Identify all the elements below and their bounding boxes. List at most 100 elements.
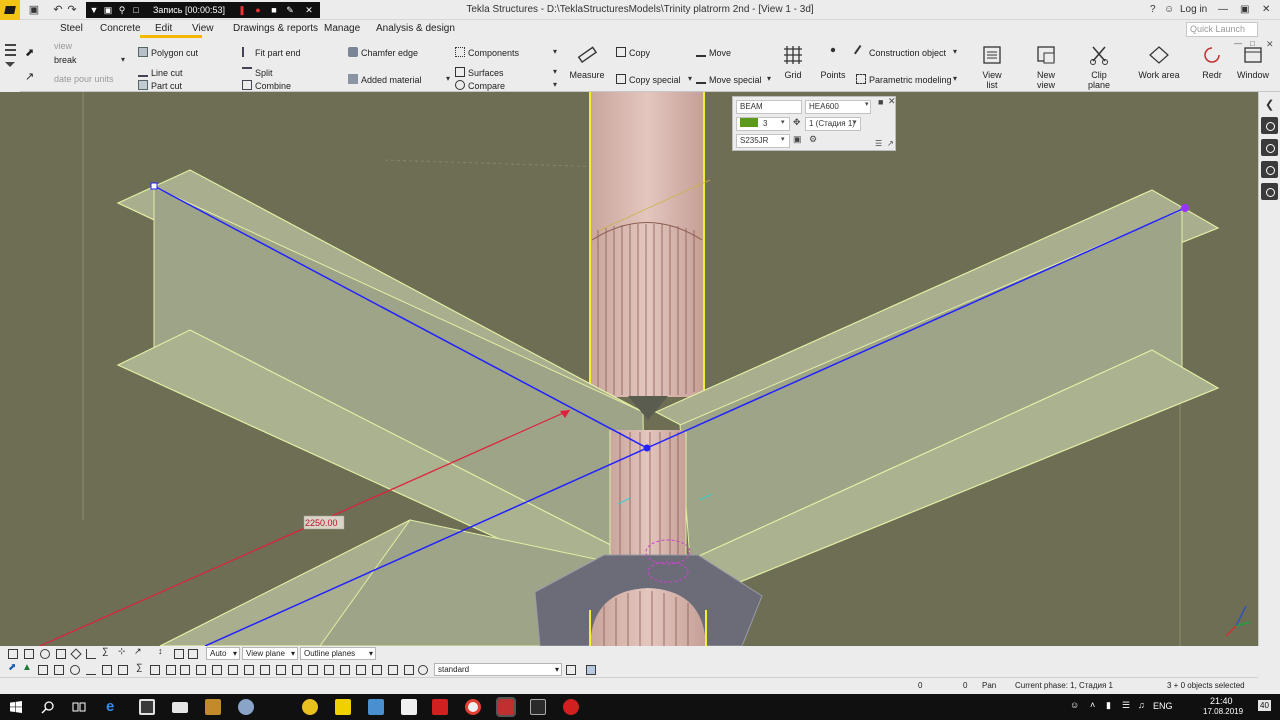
autocad-viewer-icon[interactable] [302,699,318,715]
snap-depth-dropdown[interactable]: Auto [206,647,240,660]
recorder-camera-icon[interactable]: ■ [268,2,280,18]
clip-plane-button[interactable]: Clip plane [1079,44,1119,90]
side-pane-toggle[interactable] [0,38,20,92]
search-icon[interactable] [41,700,55,714]
snap-extension-icon[interactable]: ∑ [102,646,112,656]
snap-line-icon[interactable]: ↗ [134,646,144,656]
select-all-icon[interactable]: ⬈ [8,662,18,673]
grid-button[interactable]: Grid [779,44,807,90]
outline-planes-dropdown[interactable]: Outline planes [300,647,376,660]
components-button[interactable]: Components [455,47,519,58]
redraw-button[interactable]: Redr [1200,44,1224,90]
minimize-button[interactable]: — [1218,0,1228,20]
bonus-tool-icon[interactable] [530,699,546,715]
recorder-pen-icon[interactable]: ✎ [284,2,296,18]
ribbon-minimize-icon[interactable]: — [1234,39,1242,48]
user-tray-icon[interactable]: ☺ [1070,700,1079,710]
tekla-logo-icon[interactable] [0,0,20,20]
archive-app-icon[interactable] [205,699,221,715]
chevron-down-icon[interactable]: ▾ [865,100,869,108]
panel-close-icon[interactable]: ✕ [888,96,896,107]
edge-browser-icon[interactable]: e [106,699,122,715]
select-welds-icon[interactable] [150,665,160,675]
chevron-down-icon[interactable]: ▾ [553,67,557,76]
recorder-menu-icon[interactable]: ▼ [88,2,100,18]
snap-any-icon[interactable]: ↕ [158,646,168,656]
select-group-icon[interactable] [372,665,382,675]
pin-icon[interactable]: ■ [878,97,883,107]
select-construction-icon[interactable] [324,665,334,675]
line-cut-button[interactable]: Line cut [138,67,183,78]
combine-button[interactable]: Combine [242,80,291,91]
tab-analysis-design[interactable]: Analysis & design [376,20,455,38]
move-button[interactable]: Move [696,47,731,58]
quick-launch-input[interactable]: Quick Launch [1186,22,1258,37]
chevron-down-icon[interactable]: ▾ [553,47,557,56]
snap-intersection-icon[interactable] [70,648,82,660]
select-views-icon[interactable] [212,665,222,675]
battery-icon[interactable]: ▮ [1106,700,1111,711]
chevron-down-icon[interactable]: ▾ [446,74,450,83]
select-reference-icon[interactable] [308,665,318,675]
chevron-down-icon[interactable]: ▾ [953,74,957,83]
chevron-down-icon[interactable]: ▾ [121,55,125,64]
snap-point-icon[interactable]: ⊹ [118,646,128,656]
points-button[interactable]: Points [818,44,848,90]
break-dropdown[interactable]: break [54,55,77,65]
recorder-close-icon[interactable]: ✕ [302,2,316,18]
dimension-label[interactable]: 2250.00 [305,518,338,528]
select-bolts-icon[interactable] [166,665,176,675]
chevron-down-icon[interactable]: ▾ [953,47,957,56]
chevron-down-icon[interactable]: ▾ [853,118,857,126]
user-icon[interactable]: ☺ [1164,0,1174,20]
help-button[interactable]: ? [1150,0,1156,20]
snap-override-icon[interactable] [174,649,184,659]
catalog-icon[interactable] [1261,161,1278,178]
snap-perpendicular-icon[interactable] [86,649,96,659]
recorder-region-icon[interactable]: □ [130,2,142,18]
select-switch-icon[interactable] [586,665,596,675]
collapse-left-icon[interactable]: ❮ [1265,98,1274,111]
tab-concrete[interactable]: Concrete [100,20,141,38]
select-filter-icon[interactable] [356,665,366,675]
profile-field[interactable]: HEA600 [805,100,871,114]
beam-start-handle[interactable] [150,182,158,190]
select-grid-icon[interactable] [54,665,64,675]
sticky-notes-icon[interactable] [335,699,351,715]
select-cuts-icon[interactable] [118,665,128,675]
recorder-search-icon[interactable]: ⚲ [116,2,128,18]
select-lines-icon[interactable] [86,665,96,675]
polygon-cut-button[interactable]: Polygon cut [138,47,198,58]
window-button[interactable]: Window [1236,44,1270,90]
view-list-button[interactable]: View list [976,44,1008,90]
volume-icon[interactable]: ♫ [1138,700,1145,710]
object-type-field[interactable]: BEAM [736,100,802,114]
panel-menu-icon[interactable]: ☰ [875,139,882,148]
expand-icon[interactable]: ↗ [887,139,894,148]
work-area-button[interactable]: Work area [1138,44,1180,90]
new-view-button[interactable]: New view [1027,44,1065,90]
image-viewer-icon[interactable] [368,699,384,715]
ribbon-close-icon[interactable]: ✕ [1266,39,1274,50]
select-elements-icon[interactable] [276,665,286,675]
chevron-down-icon[interactable]: ▾ [767,74,771,83]
select-handles-icon[interactable] [340,665,350,675]
zoom-icon[interactable] [418,665,428,675]
chrome-icon[interactable] [465,699,481,715]
part-cut-button[interactable]: Part cut [138,80,182,91]
maximize-button[interactable]: ▣ [1240,0,1249,20]
snap-grid-icon[interactable] [188,649,198,659]
record-pause-icon[interactable]: ❚ [236,2,248,18]
language-indicator[interactable]: ENG [1153,701,1173,711]
snap-box-icon[interactable] [56,649,66,659]
close-button[interactable]: ✕ [1262,0,1270,20]
mail-icon[interactable] [172,702,188,713]
select-objects-icon[interactable] [244,665,254,675]
select-boxes-icon[interactable] [260,665,270,675]
measure-button[interactable]: Measure [569,44,605,90]
filter-settings-icon[interactable] [566,665,576,675]
chevron-down-icon[interactable]: ▾ [781,135,785,143]
network-icon[interactable]: ☰ [1122,700,1130,711]
settings-gear-icon[interactable] [1261,139,1278,156]
property-pane-icon[interactable] [1261,117,1278,134]
